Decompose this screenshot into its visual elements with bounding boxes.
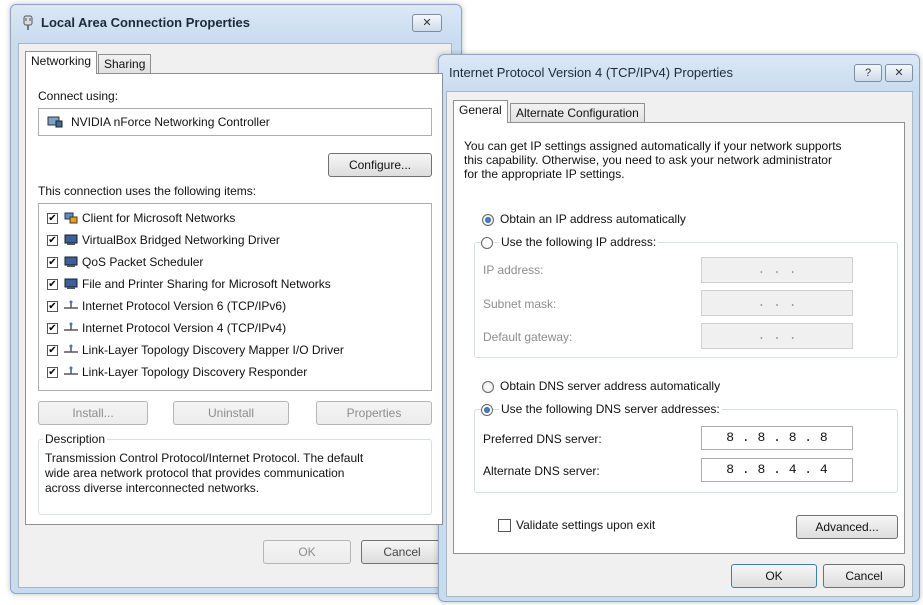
intro-line: for the appropriate IP settings.: [464, 167, 625, 181]
ipv4-properties-window: Internet Protocol Version 4 (TCP/IPv4) P…: [438, 54, 920, 602]
item-label: Client for Microsoft Networks: [82, 211, 236, 225]
tab-general[interactable]: General: [453, 100, 508, 123]
ipv4-close-button[interactable]: ✕: [885, 64, 913, 82]
obtain-dns-auto-label[interactable]: Obtain DNS server address automatically: [500, 379, 720, 393]
client-icon: [64, 212, 78, 224]
networking-panel: Connect using: NVIDIA nForce Networking …: [25, 73, 443, 525]
lan-ok-button[interactable]: OK: [263, 540, 351, 564]
list-item[interactable]: ✔ Link-Layer Topology Discovery Responde…: [39, 363, 429, 383]
item-checkbox[interactable]: ✔: [47, 213, 58, 224]
protocol-icon: [64, 344, 78, 353]
configure-button[interactable]: Configure...: [328, 153, 432, 177]
item-checkbox[interactable]: ✔: [47, 235, 58, 246]
install-button[interactable]: Install...: [38, 401, 148, 425]
item-label: Link-Layer Topology Discovery Mapper I/O…: [82, 343, 344, 357]
intro-line: this capability. Otherwise, you need to …: [464, 153, 832, 167]
item-label: File and Printer Sharing for Microsoft N…: [82, 277, 331, 291]
list-item[interactable]: ✔ Internet Protocol Version 6 (TCP/IPv6): [39, 297, 429, 317]
use-following-ip-radio[interactable]: [481, 237, 493, 249]
uninstall-button[interactable]: Uninstall: [173, 401, 289, 425]
item-checkbox[interactable]: ✔: [47, 367, 58, 378]
item-label: Internet Protocol Version 6 (TCP/IPv6): [82, 299, 287, 313]
lan-close-button[interactable]: ✕: [412, 14, 442, 32]
properties-button[interactable]: Properties: [316, 401, 432, 425]
description-label: Description: [43, 432, 108, 446]
item-checkbox[interactable]: ✔: [47, 301, 58, 312]
lan-client-area: Networking Sharing Connect using: NVIDIA…: [18, 43, 452, 588]
ip-address-field[interactable]: . . .: [701, 257, 853, 283]
dns-group: Use the following DNS server addresses: …: [474, 402, 898, 493]
default-gateway-field[interactable]: . . .: [701, 323, 853, 349]
items-label: This connection uses the following items…: [38, 184, 257, 198]
adapter-box: NVIDIA nForce Networking Controller: [38, 108, 432, 136]
item-checkbox[interactable]: ✔: [47, 279, 58, 290]
connect-using-label: Connect using:: [38, 89, 119, 103]
ipv4-window-title: Internet Protocol Version 4 (TCP/IPv4) P…: [449, 65, 733, 80]
list-item[interactable]: ✔ Client for Microsoft Networks: [39, 209, 429, 229]
list-item[interactable]: ✔ Link-Layer Topology Discovery Mapper I…: [39, 341, 429, 361]
lan-cancel-button[interactable]: Cancel: [361, 540, 443, 564]
network-adapter-icon: [23, 15, 33, 30]
list-item[interactable]: ✔ VirtualBox Bridged Networking Driver: [39, 231, 429, 251]
list-item[interactable]: ✔ File and Printer Sharing for Microsoft…: [39, 275, 429, 295]
protocol-icon: [64, 300, 78, 309]
description-line: Transmission Control Protocol/Internet P…: [45, 451, 364, 465]
default-gateway-label: Default gateway:: [483, 330, 573, 344]
service-icon: [64, 234, 78, 245]
subnet-mask-field[interactable]: . . .: [701, 290, 853, 316]
list-item[interactable]: ✔ Internet Protocol Version 4 (TCP/IPv4): [39, 319, 429, 339]
list-item[interactable]: ✔ QoS Packet Scheduler: [39, 253, 429, 273]
ipv4-client-area: General Alternate Configuration You can …: [446, 91, 913, 597]
lan-window-title: Local Area Connection Properties: [41, 15, 251, 30]
lan-properties-window: Local Area Connection Properties ✕ Netwo…: [10, 4, 462, 594]
item-checkbox[interactable]: ✔: [47, 345, 58, 356]
item-checkbox[interactable]: ✔: [47, 257, 58, 268]
items-list: ✔ Client for Microsoft Networks ✔ Virtua…: [38, 203, 432, 391]
tab-alternate-configuration[interactable]: Alternate Configuration: [510, 103, 645, 123]
subnet-mask-label: Subnet mask:: [483, 297, 557, 311]
description-line: wide area network protocol that provides…: [45, 466, 345, 480]
description-line: across diverse interconnected networks.: [45, 481, 260, 495]
item-label: VirtualBox Bridged Networking Driver: [82, 233, 280, 247]
validate-label[interactable]: Validate settings upon exit: [516, 518, 655, 532]
obtain-dns-auto-radio[interactable]: [482, 381, 494, 393]
ip-address-group: Use the following IP address: IP address…: [474, 235, 898, 358]
service-icon: [64, 256, 78, 267]
protocol-icon: [64, 366, 78, 375]
item-label: QoS Packet Scheduler: [82, 255, 204, 269]
service-icon: [64, 278, 78, 289]
adapter-name: NVIDIA nForce Networking Controller: [71, 115, 270, 129]
validate-checkbox[interactable]: [498, 519, 511, 532]
obtain-ip-auto-radio[interactable]: [482, 214, 494, 226]
ipv4-ok-button[interactable]: OK: [731, 564, 817, 588]
tab-sharing[interactable]: Sharing: [98, 54, 152, 74]
ipv4-help-button[interactable]: ?: [854, 64, 882, 82]
intro-line: You can get IP settings assigned automat…: [464, 139, 842, 153]
alternate-dns-field[interactable]: 8 . 8 . 4 . 4: [701, 458, 853, 482]
use-following-dns-label[interactable]: Use the following DNS server addresses:: [499, 402, 722, 416]
tab-networking[interactable]: Networking: [25, 51, 98, 74]
description-group: Description Transmission Control Protoco…: [38, 432, 432, 515]
item-label: Internet Protocol Version 4 (TCP/IPv4): [82, 321, 287, 335]
obtain-ip-auto-label[interactable]: Obtain an IP address automatically: [500, 212, 686, 226]
general-panel: You can get IP settings assigned automat…: [453, 122, 905, 554]
use-following-dns-radio[interactable]: [481, 404, 493, 416]
advanced-button[interactable]: Advanced...: [796, 515, 898, 539]
item-label: Link-Layer Topology Discovery Responder: [82, 365, 308, 379]
use-following-ip-label[interactable]: Use the following IP address:: [499, 235, 659, 249]
preferred-dns-label: Preferred DNS server:: [483, 432, 602, 446]
preferred-dns-field[interactable]: 8 . 8 . 8 . 8: [701, 426, 853, 450]
ip-address-label: IP address:: [483, 263, 544, 277]
ipv4-cancel-button[interactable]: Cancel: [823, 564, 905, 588]
network-adapter-icon: [47, 116, 63, 128]
protocol-icon: [64, 322, 78, 331]
item-checkbox[interactable]: ✔: [47, 323, 58, 334]
alternate-dns-label: Alternate DNS server:: [483, 464, 600, 478]
